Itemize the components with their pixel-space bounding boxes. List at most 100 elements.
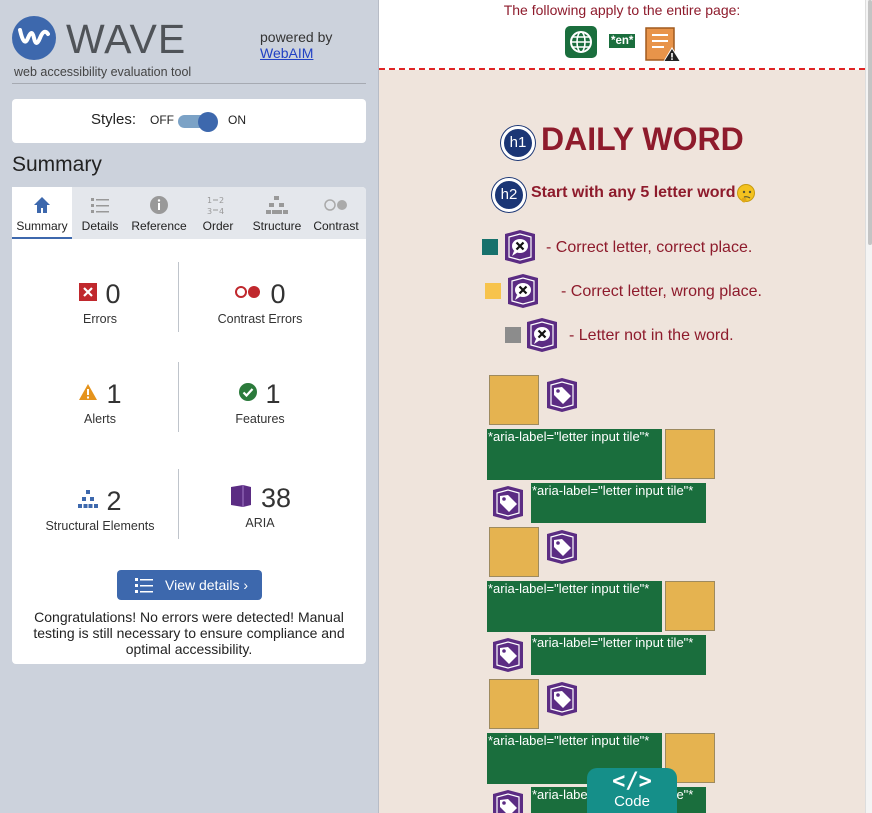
errors-count: 0: [105, 278, 121, 309]
tab-summary[interactable]: Summary: [12, 187, 72, 239]
letter-tile[interactable]: [489, 527, 539, 577]
page-level-notice: The following apply to the entire page: …: [379, 0, 865, 70]
legend-correct-place: - Correct letter, correct place.: [546, 239, 753, 256]
not-in-word-swatch: [505, 327, 521, 343]
aria-label-annotation: *aria-label="letter input tile"*: [487, 429, 662, 480]
tab-contrast[interactable]: Contrast: [306, 187, 366, 239]
document-alert-icon[interactable]: [644, 27, 682, 63]
code-icon: </>: [612, 769, 652, 794]
legend-wrong-place: - Correct letter, wrong place.: [561, 283, 762, 300]
letter-tile[interactable]: [489, 679, 539, 729]
letter-tile[interactable]: [665, 581, 715, 631]
scrollbar[interactable]: [865, 0, 872, 813]
list-icon: [135, 577, 153, 596]
styles-on-label: ON: [228, 113, 246, 127]
alerts-label: Alerts: [84, 412, 116, 426]
home-icon: [12, 195, 72, 215]
structural-label: Structural Elements: [45, 519, 155, 533]
powered-by-text: powered by: [260, 29, 333, 45]
styles-toggle-box: Styles: OFF ON: [12, 99, 366, 143]
letter-tile[interactable]: [665, 429, 715, 479]
correct-place-swatch: [482, 239, 498, 255]
subtitle: Start with any 5 letter word: [531, 184, 736, 201]
thinking-emoji-icon: [737, 184, 755, 203]
code-label: Code: [614, 793, 650, 810]
structural-stat[interactable]: 2 Structural Elements: [17, 485, 183, 534]
structural-count: 2: [106, 485, 122, 516]
alerts-count: 1: [106, 378, 122, 409]
app-title: WAVE: [66, 16, 187, 62]
header-divider: [12, 83, 366, 84]
tab-bar: Summary Details Reference 1234 Order Str…: [12, 187, 366, 239]
aria-label-tag-icon[interactable]: [490, 485, 526, 521]
contrast-errors-label: Contrast Errors: [217, 312, 303, 326]
aria-hidden-icon[interactable]: [524, 317, 560, 353]
tab-order[interactable]: 1234 Order: [188, 187, 248, 239]
svg-text:1: 1: [207, 196, 212, 205]
aria-stat[interactable]: 38 ARIA: [177, 482, 343, 530]
page-preview: The following apply to the entire page: …: [379, 0, 865, 813]
svg-text:4: 4: [219, 207, 224, 215]
tab-details[interactable]: Details: [70, 187, 130, 239]
powered-by: powered by WebAIM: [260, 29, 332, 61]
scrollbar-thumb[interactable]: [868, 0, 872, 245]
page-notice-text: The following apply to the entire page:: [503, 2, 741, 18]
summary-panel: Summary Details Reference 1234 Order Str…: [12, 187, 366, 664]
contrast-errors-count: 0: [270, 278, 286, 309]
language-badge[interactable]: *en*: [609, 34, 636, 48]
aria-hidden-icon[interactable]: [505, 273, 541, 309]
wrong-place-swatch: [485, 283, 501, 299]
aria-label-annotation: *aria-label="letter input tile"*: [531, 483, 706, 523]
view-details-button[interactable]: View details ›: [117, 570, 262, 600]
svg-text:2: 2: [219, 196, 224, 205]
aria-label: ARIA: [245, 516, 275, 530]
webaim-link[interactable]: WebAIM: [260, 45, 332, 61]
feature-check-icon: [239, 382, 258, 406]
list-icon: [70, 195, 130, 215]
features-stat[interactable]: 1 Features: [177, 378, 343, 427]
wave-sidebar: WAVE web accessibility evaluation tool p…: [0, 0, 379, 813]
tab-structure[interactable]: Structure: [247, 187, 307, 239]
aria-label-tag-icon[interactable]: [544, 529, 580, 565]
aria-label-tag-icon[interactable]: [544, 681, 580, 717]
app-subtitle: web accessibility evaluation tool: [14, 65, 192, 79]
contrast-errors-stat[interactable]: 0 Contrast Errors: [177, 278, 343, 327]
order-icon: 1234: [188, 195, 248, 216]
aria-label-tag-icon[interactable]: [490, 789, 526, 813]
aria-icon: [229, 484, 253, 513]
styles-label: Styles:: [91, 111, 137, 128]
styles-toggle-switch[interactable]: [178, 112, 220, 132]
aria-count: 38: [260, 482, 292, 513]
wave-logo-icon: [12, 16, 56, 60]
h2-badge[interactable]: h2: [492, 178, 526, 212]
aria-label-tag-icon[interactable]: [544, 377, 580, 413]
errors-label: Errors: [82, 312, 118, 326]
features-label: Features: [235, 412, 285, 426]
svg-text:3: 3: [207, 207, 212, 215]
letter-tile[interactable]: [489, 375, 539, 425]
summary-heading: Summary: [12, 153, 102, 176]
info-icon: [129, 195, 189, 215]
structure-icon: [247, 195, 307, 215]
code-toggle-button[interactable]: </> Code: [587, 768, 677, 813]
aria-hidden-icon[interactable]: [502, 229, 538, 265]
alert-icon: [78, 383, 98, 406]
tab-reference[interactable]: Reference: [129, 187, 189, 239]
styles-off-label: OFF: [150, 113, 174, 127]
errors-stat[interactable]: 0 Errors: [17, 278, 183, 326]
structure-icon: [78, 489, 99, 513]
aria-label-tag-icon[interactable]: [490, 637, 526, 673]
globe-icon[interactable]: [565, 26, 597, 58]
view-details-label: View details ›: [165, 577, 249, 593]
aria-label-annotation: *aria-label="letter input tile"*: [531, 635, 706, 675]
aria-label-annotation: *aria-label="letter input tile"*: [487, 581, 662, 632]
legend-not-in-word: - Letter not in the word.: [569, 327, 734, 344]
error-icon: [79, 282, 98, 306]
contrast-error-icon: [234, 285, 262, 304]
features-count: 1: [265, 378, 281, 409]
contrast-icon: [306, 195, 366, 215]
congratulations-message: Congratulations! No errors were detected…: [33, 609, 345, 657]
page-title: DAILY WORD: [541, 121, 744, 157]
h1-badge[interactable]: h1: [501, 126, 535, 160]
alerts-stat[interactable]: 1 Alerts: [17, 378, 183, 426]
